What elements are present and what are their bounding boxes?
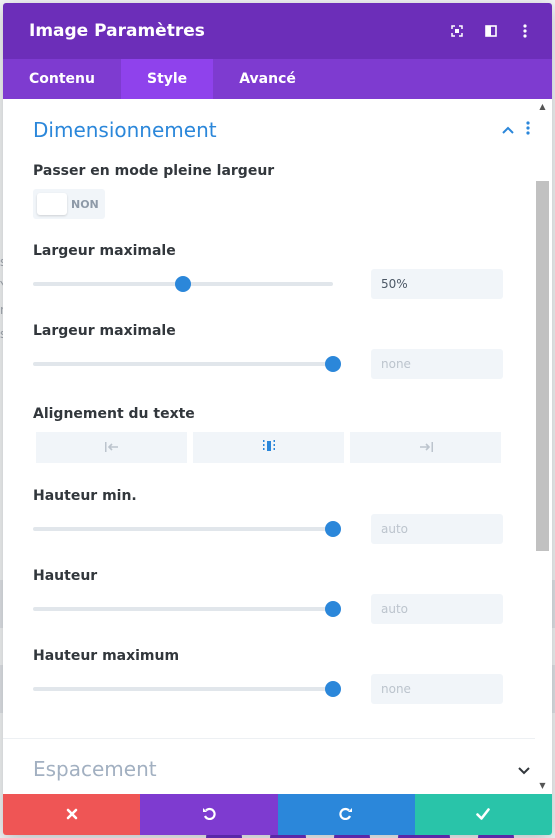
field-label: Hauteur — [33, 568, 98, 584]
field-min-height: Hauteur min. — [3, 488, 552, 544]
range-row — [33, 514, 522, 544]
settings-modal: Image Paramètres Contenu Style Avancé ▲ … — [3, 3, 552, 835]
field-max-width-1: Largeur maximale — [3, 243, 552, 299]
slider-thumb[interactable] — [325, 356, 341, 372]
scroll-down-arrow-icon[interactable]: ▼ — [537, 782, 548, 790]
field-label: Hauteur maximum — [33, 648, 180, 664]
redo-button[interactable] — [277, 794, 415, 835]
text-align-buttons — [3, 432, 552, 463]
scroll-up-arrow-icon[interactable]: ▲ — [537, 103, 548, 111]
field-max-height: Hauteur maximum — [3, 648, 552, 704]
range-row — [33, 269, 522, 299]
field-label: Largeur maximale — [33, 323, 176, 339]
field-height: Hauteur — [3, 568, 552, 624]
max-width-input[interactable] — [371, 349, 503, 379]
toggle-knob — [37, 193, 67, 215]
more-vertical-icon[interactable] — [526, 121, 530, 139]
undo-button[interactable] — [140, 794, 278, 835]
field-label: Hauteur min. — [33, 488, 137, 504]
range-row — [33, 349, 522, 379]
toggle-text: NON — [71, 197, 99, 211]
modal-footer — [3, 794, 552, 835]
modal-title: Image Paramètres — [29, 21, 205, 41]
align-right-icon — [418, 438, 434, 457]
field-fullwidth: Passer en mode pleine largeur NON — [3, 163, 552, 219]
fullwidth-toggle[interactable]: NON — [33, 189, 105, 219]
align-left-button[interactable] — [36, 432, 187, 463]
align-center-icon — [261, 438, 277, 457]
max-width-slider[interactable] — [33, 356, 341, 372]
cancel-button[interactable] — [3, 794, 141, 835]
modal-header: Image Paramètres — [3, 3, 552, 59]
max-width-input[interactable] — [371, 269, 503, 299]
redo-icon — [339, 805, 353, 824]
tab-style[interactable]: Style — [120, 59, 214, 99]
field-max-width-2: Largeur maximale — [3, 323, 552, 379]
expand-icon[interactable] — [440, 14, 474, 48]
field-label: Largeur maximale — [33, 243, 176, 259]
align-right-button[interactable] — [350, 432, 501, 463]
header-icons — [440, 14, 542, 48]
settings-content: ▲ ▼ Dimensionnement Passer en mode plein… — [3, 99, 552, 794]
section-header-espacement[interactable]: Espacement — [3, 739, 552, 794]
height-input[interactable] — [371, 594, 503, 624]
max-height-input[interactable] — [371, 674, 503, 704]
scrollbar-thumb[interactable] — [536, 181, 549, 551]
range-row — [33, 674, 522, 704]
tab-bar: Contenu Style Avancé — [3, 59, 552, 99]
slider-thumb[interactable] — [325, 601, 341, 617]
height-slider[interactable] — [33, 601, 341, 617]
check-icon — [476, 805, 491, 824]
align-center-button[interactable] — [193, 432, 344, 463]
slider-thumb[interactable] — [175, 276, 191, 292]
chevron-up-icon[interactable] — [502, 122, 514, 138]
chevron-down-icon[interactable] — [518, 760, 530, 779]
min-height-slider[interactable] — [33, 521, 341, 537]
save-button[interactable] — [414, 794, 552, 835]
max-width-slider[interactable] — [33, 276, 333, 292]
undo-icon — [202, 805, 216, 824]
tab-avance[interactable]: Avancé — [213, 59, 322, 99]
section-title: Espacement — [33, 757, 157, 781]
field-text-align: Alignement du texte — [3, 406, 552, 422]
close-icon — [66, 805, 78, 824]
field-label: Alignement du texte — [33, 406, 195, 422]
field-label: Passer en mode pleine largeur — [33, 163, 275, 179]
range-row — [33, 594, 522, 624]
min-height-input[interactable] — [371, 514, 503, 544]
align-left-icon — [104, 438, 120, 457]
max-height-slider[interactable] — [33, 681, 341, 697]
tab-contenu[interactable]: Contenu — [3, 59, 121, 99]
section-title: Dimensionnement — [33, 118, 217, 142]
slider-thumb[interactable] — [325, 681, 341, 697]
more-vertical-icon[interactable] — [508, 14, 542, 48]
slider-thumb[interactable] — [325, 521, 341, 537]
split-view-icon[interactable] — [474, 14, 508, 48]
section-header-dimensionnement[interactable]: Dimensionnement — [3, 99, 552, 161]
